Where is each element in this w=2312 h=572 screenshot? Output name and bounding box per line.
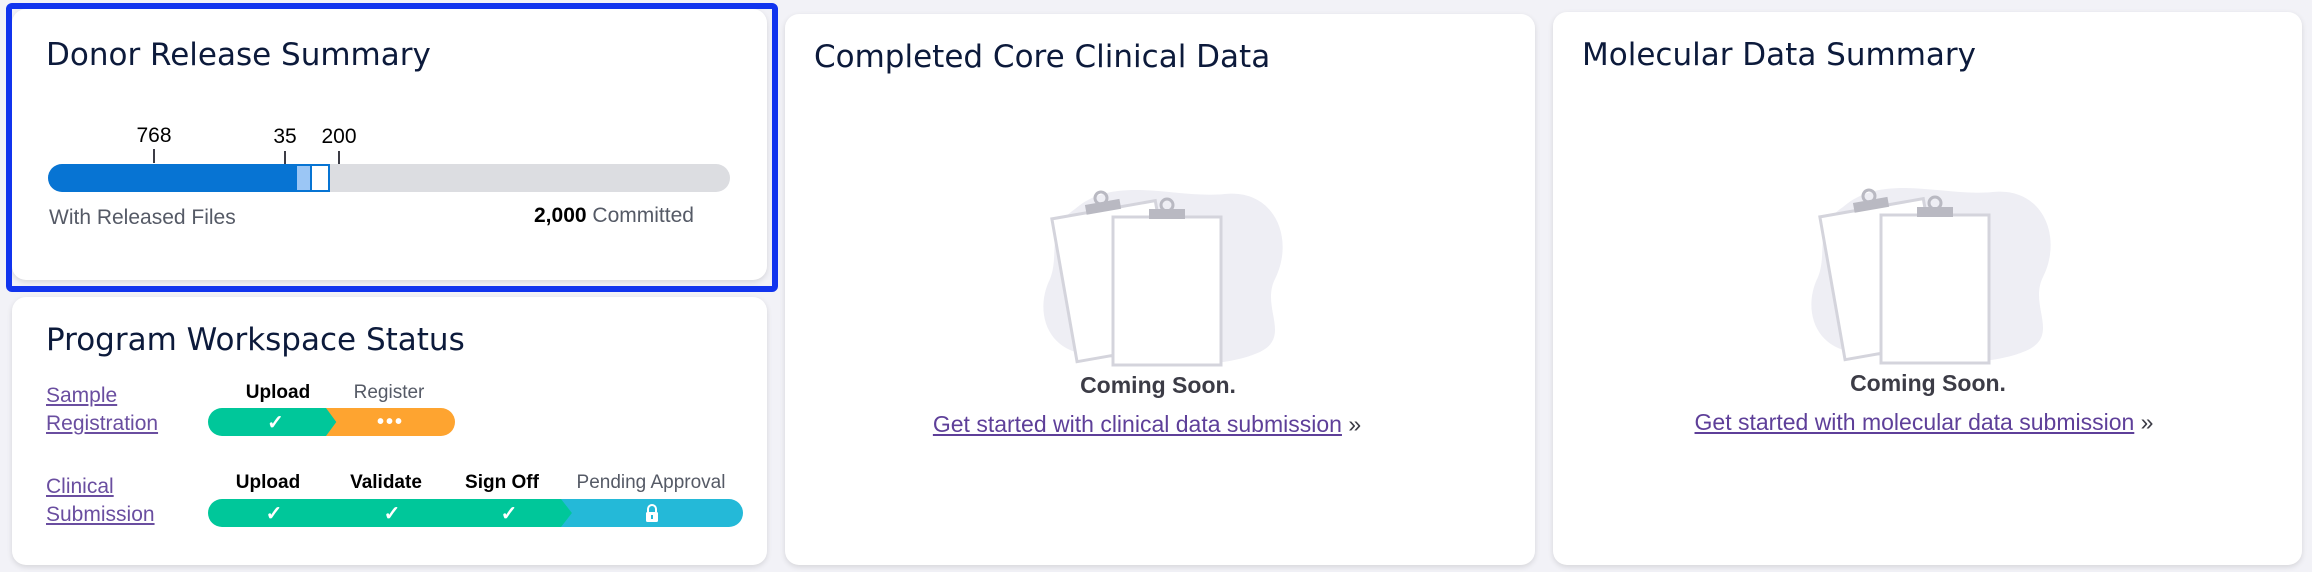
- sample-register-label: Register: [353, 382, 425, 403]
- clinical-upload-step: ✓: [208, 499, 340, 527]
- sample-upload-step: ✓: [208, 408, 343, 436]
- selection-highlight: [6, 3, 778, 292]
- program-workspace-status-card: Program Workspace Status Sample Registra…: [12, 297, 767, 565]
- check-icon: ✓: [267, 411, 284, 434]
- clinical-submission-link[interactable]: Clinical Submission: [46, 473, 196, 529]
- clipboard-icon: [1811, 187, 2051, 365]
- check-icon: ✓: [500, 502, 518, 525]
- clinical-card-title: Completed Core Clinical Data: [814, 39, 1271, 75]
- sample-register-step: •••: [326, 408, 455, 436]
- sample-upload-label: Upload: [245, 382, 311, 403]
- molecular-coming-soon: Coming Soon.: [1850, 370, 2006, 396]
- ellipsis-icon: •••: [376, 410, 404, 433]
- check-icon: ✓: [265, 502, 283, 525]
- clinical-submission-link[interactable]: Get started with clinical data submissio…: [933, 411, 1342, 437]
- workspace-card-title: Program Workspace Status: [46, 322, 465, 358]
- clinical-cta: Get started with clinical data submissio…: [933, 411, 1361, 438]
- clipboard-icon: [1043, 189, 1283, 367]
- clinical-data-card: Completed Core Clinical Data Coming Soon…: [785, 14, 1535, 565]
- clinical-validate-step: ✓: [326, 499, 458, 527]
- molecular-submission-link[interactable]: Get started with molecular data submissi…: [1695, 409, 2135, 435]
- clinical-pending-approval-label: Pending Approval: [576, 472, 726, 493]
- molecular-data-card: Molecular Data Summary Coming Soon. Get …: [1553, 12, 2302, 565]
- sample-registration-link[interactable]: Sample Registration: [46, 382, 196, 438]
- chevron-right-icon: »: [2140, 409, 2154, 435]
- clinical-upload-label: Upload: [235, 472, 301, 493]
- clinical-pending-step: [561, 499, 743, 527]
- clinical-signoff-step: ✓: [443, 499, 575, 527]
- clinical-validate-label: Validate: [350, 472, 422, 493]
- lock-icon: [646, 504, 658, 522]
- clinical-coming-soon: Coming Soon.: [1080, 372, 1236, 398]
- check-icon: ✓: [383, 502, 401, 525]
- clinical-signoff-label: Sign Off: [465, 472, 539, 493]
- chevron-right-icon: »: [1348, 411, 1362, 437]
- molecular-cta: Get started with molecular data submissi…: [1695, 409, 2154, 436]
- molecular-card-title: Molecular Data Summary: [1582, 37, 1976, 73]
